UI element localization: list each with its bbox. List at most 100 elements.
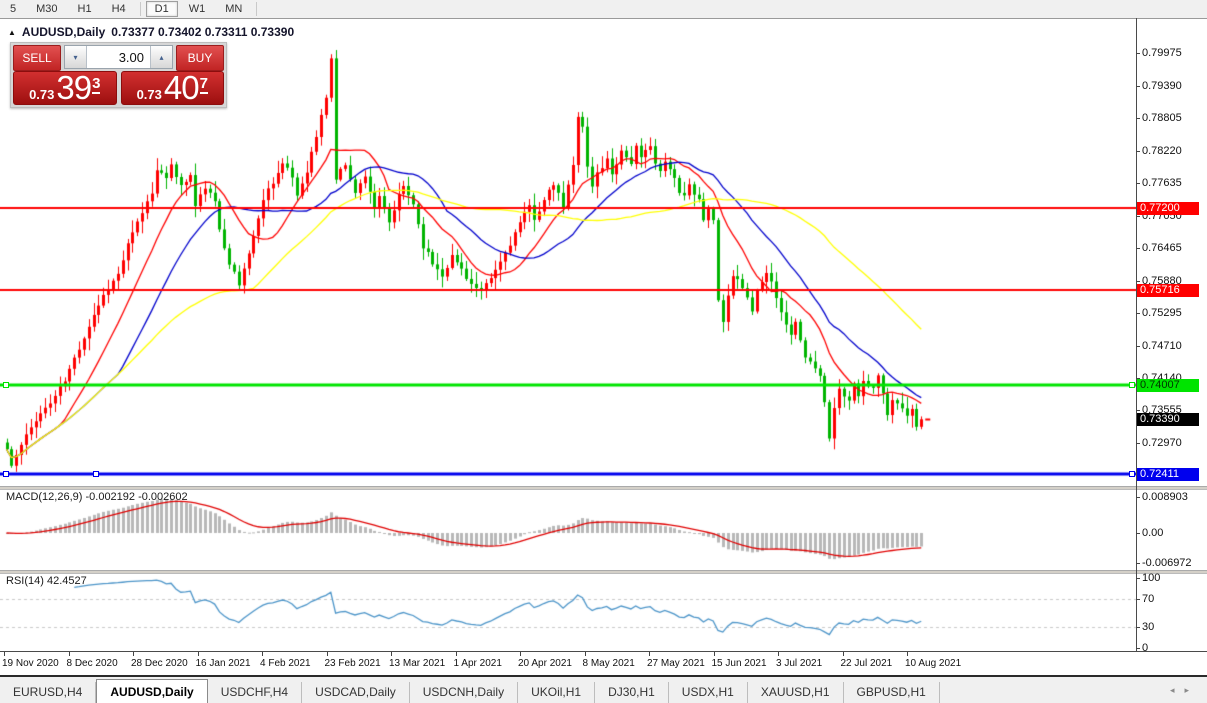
date-axis-tick — [198, 652, 199, 656]
buy-price-tile[interactable]: 0.73 40 7 — [121, 71, 225, 105]
timeframe-button-h4[interactable]: H4 — [103, 1, 135, 17]
axis-tick — [1136, 627, 1140, 628]
axis-tick — [1136, 86, 1140, 87]
price-level-badge: 0.75716 — [1137, 284, 1199, 297]
axis-tick — [1136, 313, 1140, 314]
date-axis-tick — [262, 652, 263, 656]
buy-button[interactable]: BUY — [176, 45, 224, 71]
axis-tick-label: 0.79390 — [1142, 80, 1182, 92]
axis-tick — [1136, 578, 1140, 579]
date-axis-label: 22 Jul 2021 — [841, 658, 893, 669]
sell-price-prefix: 0.73 — [29, 87, 54, 102]
date-axis-label: 8 Dec 2020 — [67, 658, 118, 669]
down-arrow-icon: ▾ — [73, 53, 77, 62]
axis-tick — [1136, 183, 1140, 184]
chart-tab-bar: EURUSD,H4AUDUSD,DailyUSDCHF,H4USDCAD,Dai… — [0, 675, 1207, 703]
axis-tick — [1136, 151, 1140, 152]
axis-tick-label: 0.78220 — [1142, 145, 1182, 157]
volume-increase-button[interactable]: ▴ — [150, 46, 172, 68]
axis-tick — [1136, 118, 1140, 119]
axis-tick-label: 0.74710 — [1142, 340, 1182, 352]
volume-input[interactable]: 3.00 — [87, 46, 150, 68]
price-level-badge: 0.72411 — [1137, 468, 1199, 481]
axis-tick — [1136, 281, 1140, 282]
line-handle[interactable] — [3, 471, 9, 477]
sell-price-tile[interactable]: 0.73 39 3 — [13, 71, 117, 105]
volume-decrease-button[interactable]: ▾ — [65, 46, 87, 68]
axis-tick — [1136, 563, 1140, 564]
chart-tab-usdx-h1[interactable]: USDX,H1 — [669, 682, 748, 703]
timeframe-button-mn[interactable]: MN — [216, 1, 251, 17]
date-axis-tick — [69, 652, 70, 656]
axis-tick — [1136, 497, 1140, 498]
date-axis-label: 3 Jul 2021 — [776, 658, 822, 669]
line-handle[interactable] — [93, 471, 99, 477]
chart-tab-usdchf-h4[interactable]: USDCHF,H4 — [208, 682, 302, 703]
chart-tab-usdcad-daily[interactable]: USDCAD,Daily — [302, 682, 410, 703]
line-handle[interactable] — [1129, 382, 1135, 388]
tab-scroll-right-icon[interactable]: ▸ — [1184, 685, 1199, 695]
date-axis-tick — [133, 652, 134, 656]
chart-tab-eurusd-h4[interactable]: EURUSD,H4 — [0, 682, 96, 703]
date-axis-tick — [843, 652, 844, 656]
date-axis-tick — [649, 652, 650, 656]
sell-price-big: 39 — [56, 73, 91, 103]
date-axis-tick — [327, 652, 328, 656]
collapse-triangle-icon[interactable]: ▲ — [8, 28, 16, 37]
date-axis-tick — [391, 652, 392, 656]
rsi-label: RSI(14) 42.4527 — [6, 575, 87, 587]
axis-tick — [1136, 648, 1140, 649]
toolbar-separator — [256, 2, 257, 16]
axis-tick-label: 0.79975 — [1142, 47, 1182, 59]
chart-tab-xauusd-h1[interactable]: XAUUSD,H1 — [748, 682, 844, 703]
macd-values: -0.002192 -0.002602 — [85, 491, 187, 503]
timeframe-button-m30[interactable]: M30 — [27, 1, 66, 17]
date-axis-tick — [585, 652, 586, 656]
axis-tick-label: 0.75295 — [1142, 307, 1182, 319]
line-handle[interactable] — [3, 382, 9, 388]
axis-tick — [1136, 346, 1140, 347]
date-axis-tick — [4, 652, 5, 656]
axis-tick-label: 0.77635 — [1142, 177, 1182, 189]
axis-tick — [1136, 599, 1140, 600]
date-axis-label: 19 Nov 2020 — [2, 658, 59, 669]
rsi-name: RSI(14) — [6, 575, 44, 587]
toolbar-separator — [140, 2, 141, 16]
axis-tick-label: 0.78805 — [1142, 112, 1182, 124]
rsi-value: 42.4527 — [47, 575, 87, 587]
chart-symbol-label: AUDUSD,Daily — [22, 25, 105, 39]
axis-tick — [1136, 53, 1140, 54]
line-handle[interactable] — [1129, 471, 1135, 477]
chart-tab-usdcnh-daily[interactable]: USDCNH,Daily — [410, 682, 518, 703]
sell-button[interactable]: SELL — [13, 45, 61, 71]
axis-tick-label: 0.008903 — [1142, 491, 1188, 503]
axis-tick-label: 0.76465 — [1142, 242, 1182, 254]
date-axis-label: 23 Feb 2021 — [325, 658, 381, 669]
axis-tick — [1136, 248, 1140, 249]
up-arrow-icon: ▴ — [159, 53, 163, 62]
rsi-indicator-canvas[interactable] — [0, 572, 1136, 651]
date-axis-label: 4 Feb 2021 — [260, 658, 311, 669]
axis-tick — [1136, 410, 1140, 411]
date-axis-label: 15 Jun 2021 — [712, 658, 767, 669]
timeframe-button-h1[interactable]: H1 — [69, 1, 101, 17]
chart-tab-gbpusd-h1[interactable]: GBPUSD,H1 — [844, 682, 940, 703]
date-axis-label: 20 Apr 2021 — [518, 658, 572, 669]
tab-scroll-left-icon[interactable]: ◂ — [1170, 685, 1185, 695]
timeframe-button-w1[interactable]: W1 — [180, 1, 215, 17]
date-axis-tick — [778, 652, 779, 656]
axis-tick-label: 0.00 — [1142, 527, 1163, 539]
date-axis-label: 16 Jan 2021 — [196, 658, 251, 669]
timeframe-button-d1[interactable]: D1 — [146, 1, 178, 17]
date-axis-tick — [456, 652, 457, 656]
timeframe-button-5[interactable]: 5 — [1, 1, 25, 17]
price-level-badge: 0.73390 — [1137, 413, 1199, 426]
chart-tab-dj30-h1[interactable]: DJ30,H1 — [595, 682, 669, 703]
axis-tick — [1136, 443, 1140, 444]
chart-tab-ukoil-h1[interactable]: UKOil,H1 — [518, 682, 595, 703]
date-axis-tick — [714, 652, 715, 656]
tab-scroll-arrows[interactable]: ◂▸ — [1170, 685, 1199, 696]
axis-tick-label: 30 — [1142, 621, 1154, 633]
chart-tab-audusd-daily[interactable]: AUDUSD,Daily — [96, 679, 207, 703]
axis-tick — [1136, 533, 1140, 534]
